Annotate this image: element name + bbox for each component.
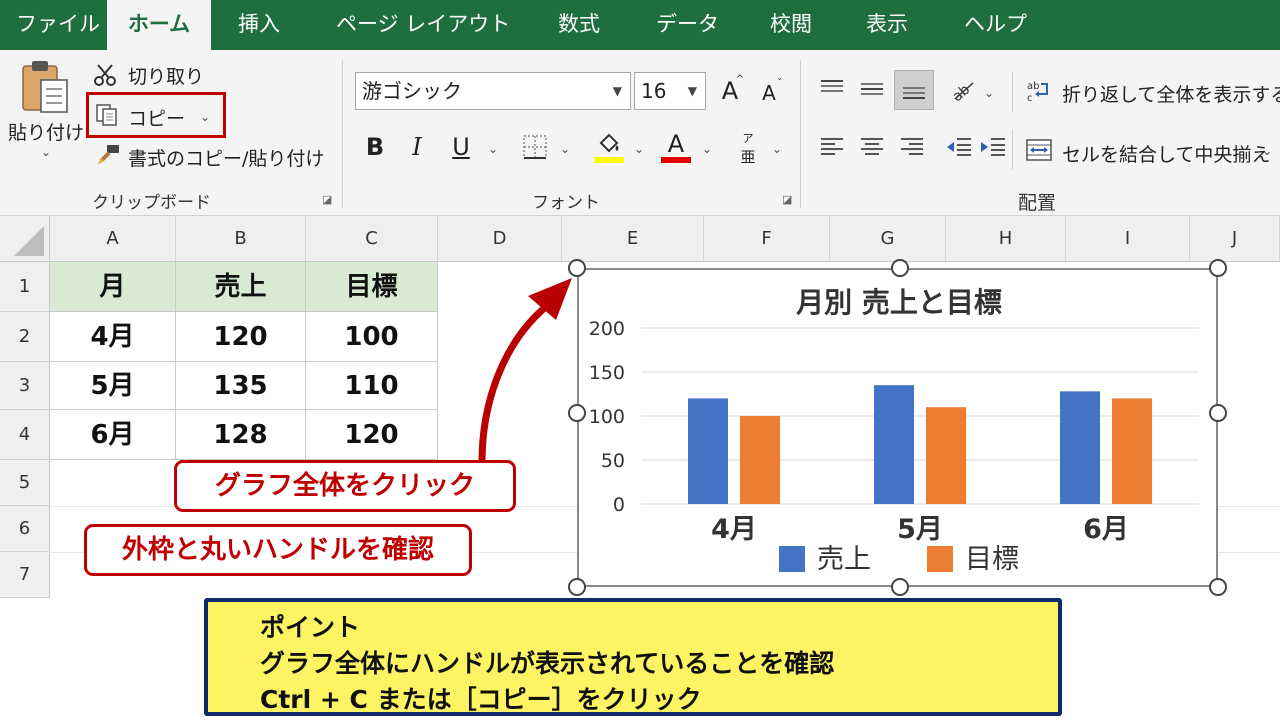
x-tick-label: 6月: [1083, 514, 1129, 545]
bar-sales: [1060, 391, 1100, 504]
bar-target: [926, 407, 966, 504]
y-tick-label: 200: [589, 318, 625, 340]
y-tick-label: 100: [589, 406, 625, 428]
resize-handle[interactable]: [1209, 404, 1227, 422]
callout-check-handles: 外枠と丸いハンドルを確認: [84, 524, 472, 576]
point-title: ポイント: [260, 613, 361, 642]
resize-handle[interactable]: [568, 259, 586, 277]
point-box: ポイント グラフ全体にハンドルが表示されていることを確認 Ctrl + C また…: [204, 598, 1062, 716]
resize-handle[interactable]: [891, 259, 909, 277]
x-tick-label: 5月: [897, 514, 943, 545]
y-tick-label: 50: [601, 450, 625, 472]
point-line-1: グラフ全体にハンドルが表示されていることを確認: [260, 649, 835, 678]
bar-sales: [874, 385, 914, 504]
chart-object[interactable]: 月別 売上と目標 0 50 100 150 200 4月 5月 6月売上 目標: [577, 268, 1218, 587]
x-tick-label: 4月: [711, 514, 757, 545]
y-tick-label: 150: [589, 362, 625, 384]
y-tick-label: 0: [613, 494, 625, 516]
chart-plot: 月別 売上と目標 0 50 100 150 200 4月 5月 6月売上 目標: [589, 286, 1199, 575]
bar-target: [1112, 398, 1152, 504]
legend-label: 目標: [965, 544, 1019, 575]
legend-label: 売上: [817, 544, 871, 575]
resize-handle[interactable]: [1209, 578, 1227, 596]
chart-title: 月別 売上と目標: [795, 286, 1002, 319]
resize-handle[interactable]: [568, 404, 586, 422]
bar-sales: [688, 398, 728, 504]
point-line-2: Ctrl + C または［コピー］をクリック: [260, 685, 702, 714]
resize-handle[interactable]: [1209, 259, 1227, 277]
legend-swatch: [779, 546, 805, 572]
legend-swatch: [927, 546, 953, 572]
bar-target: [740, 416, 780, 504]
resize-handle[interactable]: [568, 578, 586, 596]
resize-handle[interactable]: [891, 578, 909, 596]
callout-click-chart: グラフ全体をクリック: [174, 460, 516, 512]
